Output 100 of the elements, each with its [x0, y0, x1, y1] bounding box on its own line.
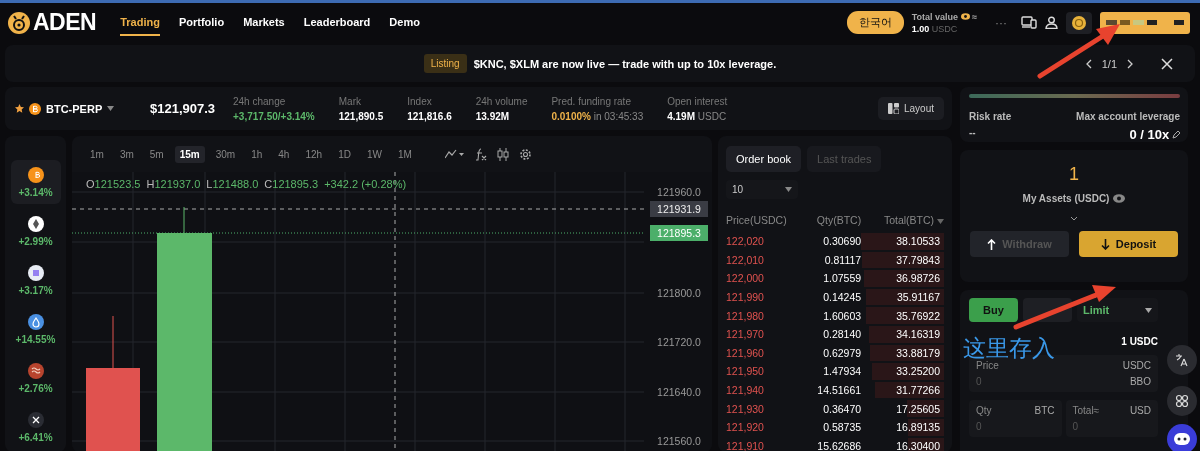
layout-button[interactable]: Layout [877, 97, 944, 120]
coin-item[interactable]: +2.76% [10, 356, 61, 400]
stat-value: +3,717.50/+3.14% [233, 110, 315, 122]
eye-icon[interactable] [960, 12, 970, 20]
translate-button[interactable] [1167, 345, 1197, 375]
quantity: 0.28140 [823, 328, 862, 341]
coin-item[interactable]: +2.99% [10, 209, 61, 253]
ohlc-key: L [206, 178, 213, 190]
apps-button[interactable] [1167, 386, 1197, 416]
nav-tab[interactable]: Trading [120, 9, 160, 36]
nav-tab[interactable]: Leaderboard [303, 9, 371, 36]
assistant-button[interactable] [1167, 424, 1197, 451]
ohlc-key: H [146, 178, 155, 190]
coin-item[interactable]: +3.14% [10, 160, 61, 204]
unit-label: USDC [1122, 360, 1151, 371]
stat-suffix: USDC [697, 110, 727, 122]
interval-tab[interactable]: 3m [114, 145, 139, 163]
order-type-dropdown[interactable]: Limit [1077, 298, 1158, 322]
interval-tab[interactable]: 1M [392, 145, 417, 163]
interval-tab[interactable]: 12h [300, 145, 328, 163]
language-button[interactable]: 한국어 [846, 11, 904, 34]
ohlc-value: 121895.3 [272, 178, 319, 190]
indicator-icon[interactable] [444, 149, 465, 159]
interval-tab[interactable]: 15m [174, 145, 205, 163]
leverage-value: 0 / 10x [1129, 127, 1170, 142]
column-header[interactable]: Total(BTC) [883, 214, 935, 226]
interval-tab[interactable]: 4h [273, 145, 295, 163]
interval-tab[interactable]: 1m [85, 145, 109, 163]
quantity: 1.60603 [823, 309, 862, 322]
candlestick-icon[interactable] [496, 147, 509, 161]
total-value-label: Total value [911, 11, 958, 22]
depth-dropdown[interactable]: 10 [726, 180, 798, 199]
cumulative-total: 35.91167 [897, 291, 940, 304]
coin-item[interactable]: +3.17% [10, 258, 61, 302]
axis-label: 121560.0 [656, 434, 702, 449]
stat-value: 13.92M [475, 110, 510, 122]
cumulative-total: 16.30400 [896, 439, 940, 451]
settings-icon[interactable] [518, 147, 532, 161]
function-icon[interactable] [474, 147, 487, 161]
stat-label: 24h change [233, 95, 287, 107]
field-label: Qty [976, 405, 992, 416]
column-header: Qty(BTC) [816, 214, 862, 226]
interval-tab[interactable]: 30m [210, 145, 241, 163]
stat-value: 121,890.5 [338, 110, 384, 122]
panel-tab[interactable]: Order book [726, 146, 802, 172]
crosshair-price-label: 121931.9 [650, 201, 708, 217]
ask-price: 121,930 [726, 402, 764, 415]
ask-price: 122,010 [726, 253, 764, 266]
price-change: +3.14% [18, 186, 53, 198]
eye-icon[interactable] [1113, 194, 1126, 203]
logo-icon [8, 11, 30, 34]
nav-tab[interactable]: Markets [243, 9, 285, 36]
column-header: Price(USDC) [726, 214, 787, 226]
field-label: Price [976, 360, 999, 371]
market-symbol[interactable]: BTC-PERP [46, 102, 103, 115]
arrow-down-icon [1100, 238, 1110, 250]
sort-icon[interactable] [937, 219, 944, 224]
price-change: +2.99% [18, 235, 53, 247]
side-tab[interactable]: Buy [969, 298, 1018, 322]
stat-value: 4.19M [667, 110, 695, 122]
previous-icon[interactable] [1085, 58, 1092, 69]
interval-tab[interactable]: 1D [333, 145, 356, 163]
wallet-button[interactable] [1066, 11, 1092, 34]
user-icon[interactable] [1045, 16, 1058, 29]
ohlc-value: 121523.5 [94, 178, 141, 190]
interval-tab[interactable]: 5m [144, 145, 169, 163]
risk-rate-label: Risk rate [969, 111, 1012, 122]
nav-tab[interactable]: Demo [389, 9, 420, 36]
price-change: +2.76% [18, 382, 53, 394]
more-button[interactable]: ··· [995, 15, 1007, 30]
next-icon[interactable] [1127, 58, 1133, 69]
price-change: +14.55% [15, 333, 56, 345]
command-icon [1175, 394, 1189, 408]
deposit-button[interactable]: Deposit [1079, 231, 1178, 257]
ask-price: 121,920 [726, 421, 764, 434]
account-button[interactable] [1100, 11, 1190, 34]
quantity: 15.62686 [817, 439, 862, 451]
devices-icon[interactable] [1021, 16, 1037, 29]
bbo-button[interactable]: BBO [1129, 376, 1151, 387]
stat-label: Mark [338, 95, 362, 107]
page-indicator: 1/1 [1101, 57, 1117, 70]
stat-label: 24h volume [475, 95, 528, 107]
nav-tab[interactable]: Portfolio [178, 9, 225, 36]
edit-icon[interactable] [1172, 131, 1180, 139]
cumulative-total: 31.77266 [896, 384, 940, 397]
quantity: 14.51661 [817, 384, 862, 397]
interval-tab[interactable]: 1h [246, 145, 268, 163]
close-icon[interactable] [1161, 57, 1173, 70]
cumulative-total: 33.88179 [896, 346, 940, 359]
coin-item[interactable]: +6.41% [10, 405, 61, 449]
chevron-down-icon[interactable] [1070, 216, 1078, 221]
arrow-up-icon [987, 238, 997, 250]
interval-tab[interactable]: 1W [361, 145, 387, 163]
ohlc-key: O [86, 178, 95, 190]
coin-item[interactable]: +14.55% [10, 307, 61, 351]
stat-value: 0.0100% [551, 110, 591, 122]
ask-price: 121,910 [726, 439, 764, 451]
caret-icon[interactable] [107, 106, 115, 111]
star-icon[interactable] [15, 104, 24, 113]
cumulative-total: 34.16319 [896, 328, 940, 341]
